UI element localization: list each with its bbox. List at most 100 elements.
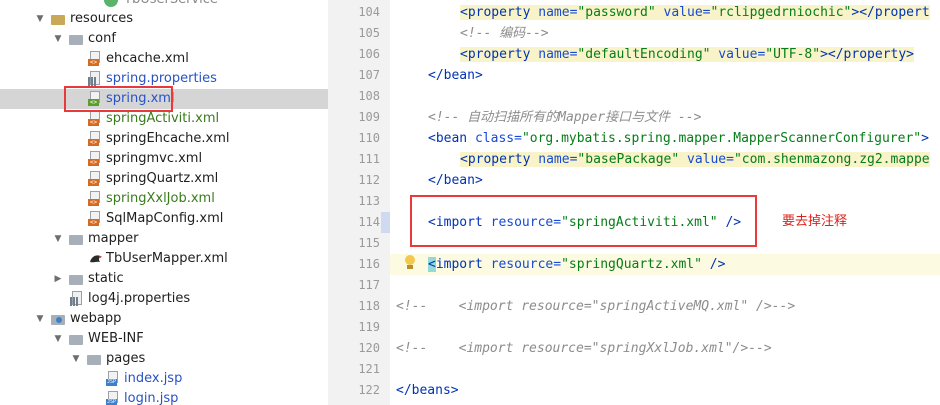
tree-item-label: webapp (70, 311, 122, 326)
code-line-107: </bean> (428, 68, 483, 83)
xml-file-icon: <> (88, 51, 101, 67)
tree-item-label: springmvc.xml (106, 151, 203, 166)
code-line-105: <!-- 编码--> (460, 26, 549, 41)
modified-line-marker (381, 212, 390, 233)
web-folder-icon (50, 311, 66, 327)
chevron-down-icon[interactable]: ▼ (52, 29, 64, 49)
tree-item-label: springActiviti.xml (106, 111, 220, 126)
folder-icon (68, 231, 84, 247)
code-line-109: <!-- 自动扫描所有的Mapper接口与文件 --> (428, 110, 702, 125)
xml-file-icon: <> (88, 191, 101, 207)
tree-item-label: springQuartz.xml (106, 171, 219, 186)
resources-folder-icon (50, 11, 66, 27)
code-line-118: <!-- <import resource="springActiveMQ.xm… (396, 299, 796, 314)
line-number: 109 (358, 110, 380, 124)
folder-icon (86, 351, 102, 367)
code-line-116-text: <import resource="springQuartz.xml" /> (428, 257, 726, 272)
chevron-down-icon[interactable]: ▼ (34, 309, 46, 329)
tree-item-springquartz-xml[interactable]: <> springQuartz.xml (0, 169, 328, 189)
line-number: 113 (358, 194, 380, 208)
tree-item-label: pages (106, 351, 146, 366)
tree-item-label: login.jsp (124, 391, 179, 405)
java-interface-icon (104, 0, 118, 7)
tree-item-label: conf (88, 31, 116, 46)
line-number: 122 (358, 383, 380, 397)
tree-item-web-inf[interactable]: ▼ WEB-INF (0, 329, 328, 349)
line-number: 108 (358, 89, 380, 103)
highlight-box-spring-xml (64, 86, 173, 112)
tree-item-tbusermapper-xml[interactable]: TbUserMapper.xml (0, 249, 328, 269)
folder-icon (68, 331, 84, 347)
tree-item-springmvc-xml[interactable]: <> springmvc.xml (0, 149, 328, 169)
xml-file-icon: <> (88, 111, 101, 127)
tree-item-springactiviti-xml[interactable]: <> springActiviti.xml (0, 109, 328, 129)
tree-item-label: index.jsp (124, 371, 183, 386)
tree-item-label: static (88, 271, 124, 286)
chevron-down-icon[interactable]: ▼ (34, 9, 46, 29)
tree-item-label: WEB-INF (88, 331, 144, 346)
code-line-111: <property name="basePackage" value="com.… (460, 152, 930, 167)
tree-item-static[interactable]: ▶ static (0, 269, 328, 289)
highlight-box-import-activiti (410, 195, 757, 247)
line-number: 111 (358, 152, 380, 166)
line-number: 104 (358, 5, 380, 19)
line-number: 117 (358, 278, 380, 292)
tree-item-resources[interactable]: ▼ resources (0, 9, 328, 29)
code-line-110: <bean class="org.mybatis.spring.mapper.M… (428, 131, 929, 146)
line-number: 121 (358, 362, 380, 376)
line-number: 114 (358, 215, 380, 229)
tree-item-label: SqlMapConfig.xml (106, 211, 224, 226)
jsp-file-icon: JSP (106, 371, 119, 387)
project-tree: TbUserService ▼ resources ▼ conf <> ehca… (0, 0, 328, 405)
tree-item-springxxljob-xml[interactable]: <> springXxlJob.xml (0, 189, 328, 209)
jsp-file-icon: JSP (106, 391, 119, 405)
line-number: 120 (358, 341, 380, 355)
tree-item-conf[interactable]: ▼ conf (0, 29, 328, 49)
code-editor[interactable]: <property name="password" value="rclipge… (390, 0, 940, 405)
folder-icon (68, 271, 84, 287)
tree-item-pages[interactable]: ▼ pages (0, 349, 328, 369)
lightbulb-icon[interactable] (404, 255, 416, 271)
tree-item-label: log4j.properties (88, 291, 191, 306)
tree-item-log4j-properties[interactable]: log4j.properties (0, 289, 328, 309)
chevron-down-icon[interactable]: ▼ (52, 329, 64, 349)
code-line-106: <property name="defaultEncoding" value="… (460, 47, 914, 62)
tree-item-label: ehcache.xml (106, 51, 189, 66)
mybatis-bird-icon (88, 251, 104, 267)
line-number: 115 (358, 236, 380, 250)
annotation-note: 要去掉注释 (782, 214, 848, 229)
properties-file-icon (88, 71, 101, 87)
line-number: 105 (358, 26, 380, 40)
tree-item-webapp[interactable]: ▼ webapp (0, 309, 328, 329)
line-number: 112 (358, 173, 380, 187)
code-line-112: </bean> (428, 173, 483, 188)
line-number: 106 (358, 47, 380, 61)
code-line-120: <!-- <import resource="springXxlJob.xml"… (396, 341, 772, 356)
xml-file-icon: <> (88, 131, 101, 147)
tree-item-login-jsp[interactable]: JSP login.jsp (0, 389, 328, 405)
tree-item-springehcache-xml[interactable]: <> springEhcache.xml (0, 129, 328, 149)
line-number: 118 (358, 299, 380, 313)
chevron-right-icon[interactable]: ▶ (52, 269, 64, 289)
chevron-down-icon[interactable]: ▼ (70, 349, 82, 369)
tree-item-label: springEhcache.xml (106, 131, 230, 146)
code-line-122: </beans> (396, 383, 459, 398)
code-line-104: <property name="password" value="rclipge… (460, 5, 930, 20)
tree-item-mapper[interactable]: ▼ mapper (0, 229, 328, 249)
tree-item-sqlmapconfig-xml[interactable]: <> SqlMapConfig.xml (0, 209, 328, 229)
xml-file-icon: <> (88, 211, 101, 227)
tree-item-index-jsp[interactable]: JSP index.jsp (0, 369, 328, 389)
tree-item-label: TbUserMapper.xml (106, 251, 228, 266)
tree-item-ehcache-xml[interactable]: <> ehcache.xml (0, 49, 328, 69)
tree-item-label: resources (70, 11, 134, 26)
line-number: 107 (358, 68, 380, 82)
tree-item-label: mapper (88, 231, 139, 246)
properties-file-icon (70, 291, 83, 307)
line-number: 116 (358, 257, 380, 271)
xml-file-icon: <> (88, 171, 101, 187)
editor-gutter: 104 105 106 107 108 109 110 111 112 113 … (328, 0, 390, 405)
xml-file-icon: <> (88, 151, 101, 167)
folder-icon (68, 31, 84, 47)
line-number: 110 (358, 131, 380, 145)
chevron-down-icon[interactable]: ▼ (52, 229, 64, 249)
